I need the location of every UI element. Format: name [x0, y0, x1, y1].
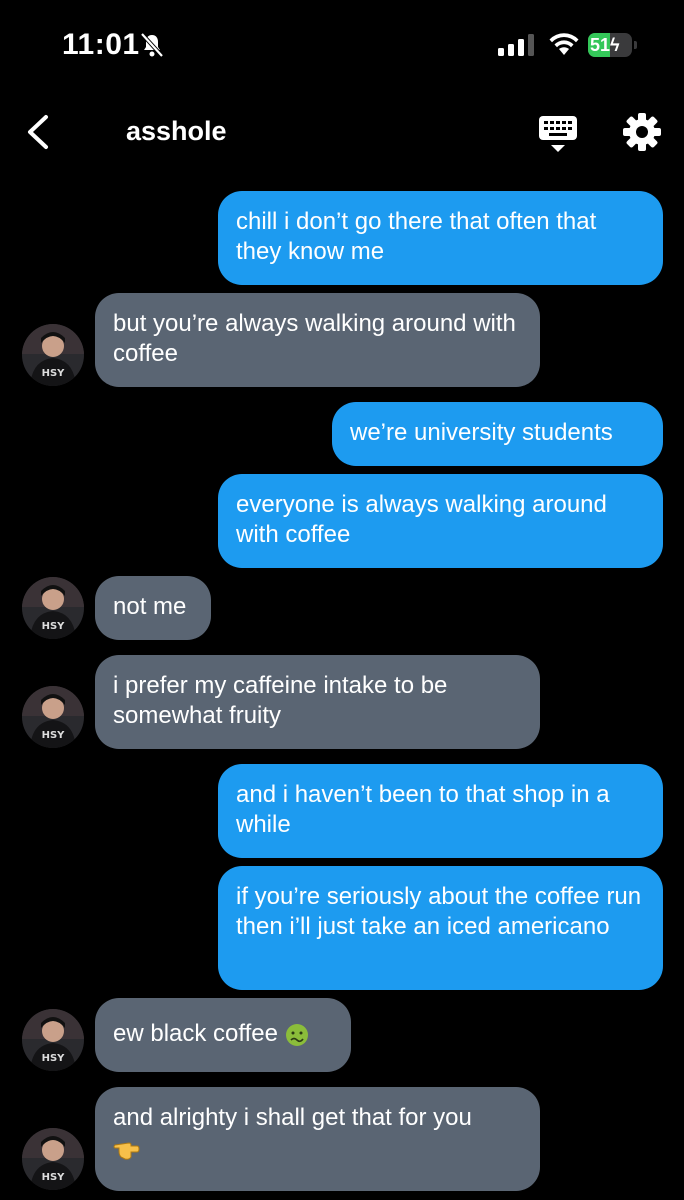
message-text: but you’re always walking around with co… — [113, 310, 516, 367]
message-text: and alrighty i shall get that for you — [113, 1104, 472, 1131]
nauseated-face-icon — [285, 1023, 308, 1046]
message-bubble-outgoing[interactable]: we’re university students — [332, 402, 663, 466]
status-time: 11:01 — [62, 28, 140, 61]
message-bubble-incoming[interactable]: not me — [95, 576, 211, 640]
message-bubble-incoming[interactable]: but you’re always walking around with co… — [95, 293, 540, 387]
keyboard-icon[interactable] — [538, 114, 578, 154]
wifi-icon — [549, 33, 579, 55]
svg-text:HSY: HSY — [42, 1172, 66, 1183]
message-text: chill i don’t go there that often that t… — [236, 208, 597, 265]
message-bubble-incoming[interactable]: ew black coffee — [95, 998, 351, 1072]
avatar[interactable]: HSY — [22, 686, 84, 748]
battery-percent: 51 — [590, 35, 611, 55]
svg-text:HSY: HSY — [42, 1053, 66, 1064]
message-bubble-incoming[interactable]: and alrighty i shall get that for you — [95, 1087, 540, 1191]
svg-text:HSY: HSY — [42, 368, 66, 379]
svg-text:HSY: HSY — [42, 621, 66, 632]
message-text: we’re university students — [350, 419, 613, 446]
charging-bolt-icon: ϟ — [610, 35, 620, 55]
message-text: i prefer my caffeine intake to be somewh… — [113, 672, 448, 729]
message-text: and i haven’t been to that shop in a whi… — [236, 781, 610, 838]
bell-slash-icon — [140, 32, 164, 58]
message-text: if you’re seriously about the coffee run… — [236, 883, 642, 940]
battery-indicator: 51ϟ — [588, 33, 638, 57]
contact-name: asshole — [126, 116, 227, 146]
cellular-signal-icon — [498, 34, 534, 56]
message-text: not me — [113, 593, 187, 620]
avatar[interactable]: HSY — [22, 1009, 84, 1071]
message-bubble-incoming[interactable]: i prefer my caffeine intake to be somewh… — [95, 655, 540, 749]
message-bubble-outgoing[interactable]: chill i don’t go there that often that t… — [218, 191, 663, 285]
message-bubble-outgoing[interactable]: everyone is always walking around with c… — [218, 474, 663, 568]
avatar[interactable]: HSY — [22, 577, 84, 639]
message-text: ew black coffee — [113, 1020, 278, 1047]
message-text: everyone is always walking around with c… — [236, 491, 607, 548]
pointing-hand-icon — [113, 1142, 140, 1160]
settings-gear-icon[interactable] — [622, 112, 662, 152]
avatar[interactable]: HSY — [22, 1128, 84, 1190]
back-chevron-icon[interactable] — [24, 114, 52, 150]
message-bubble-outgoing[interactable]: and i haven’t been to that shop in a whi… — [218, 764, 663, 858]
svg-text:HSY: HSY — [42, 730, 66, 741]
message-bubble-outgoing[interactable]: if you’re seriously about the coffee run… — [218, 866, 663, 990]
chat-header: asshole — [0, 100, 684, 164]
avatar[interactable]: HSY — [22, 324, 84, 386]
status-bar: 11:01 51ϟ — [0, 0, 684, 92]
